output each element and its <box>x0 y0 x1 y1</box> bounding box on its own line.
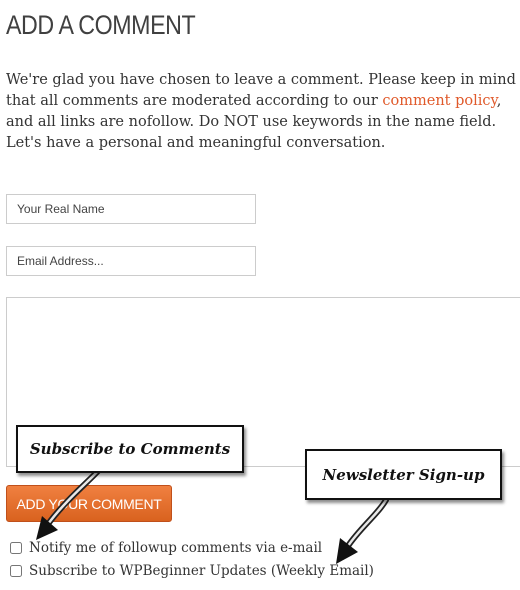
comment-policy-link[interactable]: comment policy <box>382 93 496 109</box>
subscribe-updates-checkbox[interactable] <box>10 565 22 577</box>
page-title: ADD A COMMENT <box>6 10 196 40</box>
newsletter-callout-label: Newsletter Sign-up <box>322 465 485 484</box>
subscribe-comments-callout: Subscribe to Comments <box>16 425 244 473</box>
notify-followup-option[interactable]: Notify me of followup comments via e-mai… <box>10 540 322 556</box>
intro-text: We're glad you have chosen to leave a co… <box>6 70 518 154</box>
subscribe-comments-callout-label: Subscribe to Comments <box>29 440 231 458</box>
name-field[interactable] <box>6 194 256 224</box>
arrow-to-subscribe-checkbox <box>336 497 389 564</box>
subscribe-updates-label: Subscribe to WPBeginner Updates (Weekly … <box>29 563 374 579</box>
notify-followup-label: Notify me of followup comments via e-mai… <box>29 540 323 556</box>
submit-comment-button[interactable]: Add Your Comment <box>6 485 172 522</box>
email-field[interactable] <box>6 246 256 276</box>
newsletter-callout: Newsletter Sign-up <box>305 449 502 500</box>
notify-followup-checkbox[interactable] <box>10 542 22 554</box>
subscribe-updates-option[interactable]: Subscribe to WPBeginner Updates (Weekly … <box>10 563 374 579</box>
